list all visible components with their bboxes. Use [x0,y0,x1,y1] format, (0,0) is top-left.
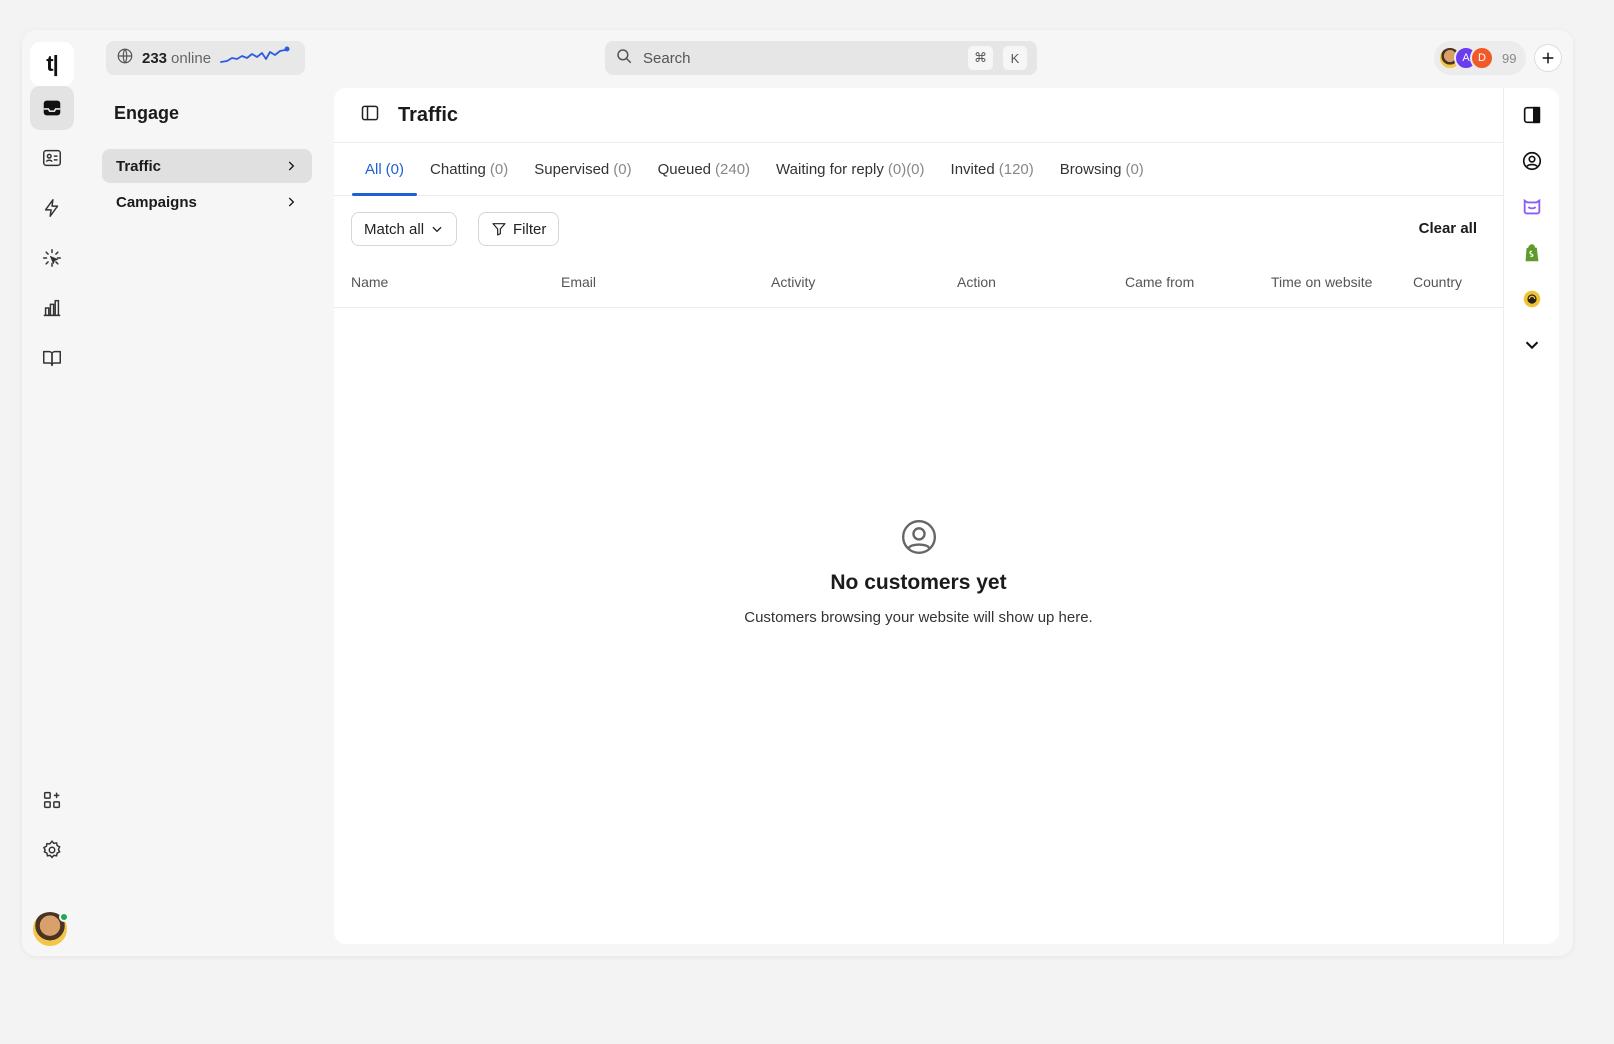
nav-item-campaigns[interactable]: Campaigns [102,185,312,219]
tab-label: Browsing [1059,160,1122,178]
globe-icon [116,47,134,69]
tab-count: (0) [1125,160,1144,178]
nav-item-label: Campaigns [116,193,197,211]
knowledge-icon[interactable] [30,336,74,380]
tab-count: (0) [385,160,405,178]
search-icon [615,47,633,70]
column-action[interactable]: Action [957,274,996,290]
column-activity[interactable]: Activity [771,274,815,290]
empty-title: No customers yet [830,571,1007,594]
online-sparkline [219,44,291,72]
traffic-panel: Traffic All (0) Chatting (0) Supervised (0)… [334,88,1503,944]
contacts-icon[interactable] [30,136,74,180]
traffic-tabs: All (0) Chatting (0) Supervised (0) Queued(… [334,143,1503,196]
search-bar[interactable]: ⌘ K [605,41,1037,75]
settings-icon[interactable] [30,828,74,872]
nav-item-traffic[interactable]: Traffic [102,149,312,183]
tab-all[interactable]: All (0) [352,143,418,196]
tab-supervised[interactable]: Supervised (0) [521,143,644,195]
tab-count: (0)(0) [887,160,925,178]
shopify-icon[interactable] [1518,239,1546,267]
inbox-icon[interactable] [30,86,74,130]
messenger-icon[interactable] [1518,193,1546,221]
tab-count: (120) [998,160,1034,178]
filter-bar: Match all Filter Clear all [334,196,1503,262]
chevron-right-icon [288,197,295,207]
tab-chatting[interactable]: Chatting (0) [417,143,521,195]
team-avatars[interactable]: A D 99 [1434,41,1526,75]
online-status-dot [59,912,69,922]
shortcut-key-k: K [1003,46,1027,70]
section-title: Engage [114,103,180,123]
online-count: 233 [142,49,168,67]
tab-label: Chatting [430,160,486,178]
clear-all-button[interactable]: Clear all [1419,220,1477,237]
add-button[interactable] [1534,44,1562,72]
team-avatar: D [1470,46,1494,70]
filter-icon [492,223,506,236]
tab-label: Waiting for reply [776,160,884,178]
empty-state: No customers yet Customers browsing your… [334,518,1503,626]
customer-profile-icon[interactable] [1518,147,1546,175]
column-name[interactable]: Name [351,274,388,290]
filter-label: Filter [513,220,547,238]
chevron-down-icon[interactable] [1518,331,1546,359]
user-circle-icon [901,519,936,555]
app-window: t| 233 online Search ⌘ K A D 99 Engage T… [22,30,1573,956]
filter-button[interactable]: Filter [478,212,560,246]
online-visitors-widget[interactable]: 233 online [106,41,305,75]
sidebar-toggle-icon[interactable] [360,103,380,128]
app-logo[interactable]: t| [30,42,74,86]
tab-invited[interactable]: Invited (120) [938,143,1047,195]
tab-label: All [365,160,382,178]
reports-icon[interactable] [30,286,74,330]
team-count: 99 [1502,50,1517,66]
shortcut-key-command: ⌘ [968,46,993,70]
match-all-label: Match all [364,220,425,238]
column-came-from[interactable]: Came from [1125,274,1194,290]
tab-browsing[interactable]: Browsing (0) [1047,143,1157,195]
table-header: Name Email Activity Action Came from Tim… [334,262,1503,308]
match-all-dropdown[interactable]: Match all [351,212,458,246]
tab-waiting-for-reply[interactable]: Waiting for reply (0)(0) [763,143,937,195]
column-email[interactable]: Email [561,274,596,290]
apps-icon[interactable] [30,778,74,822]
chevron-right-icon [288,161,295,171]
page-title: Traffic [398,103,459,126]
column-time-on-website[interactable]: Time on website [1271,274,1372,290]
tab-count: (0) [489,160,509,178]
empty-subtitle: Customers browsing your website will sho… [744,609,1093,626]
nav-item-label: Traffic [116,157,162,175]
mailchimp-icon[interactable] [1518,285,1546,313]
tab-count: (0) [613,160,632,178]
online-label: online [171,49,212,67]
tab-label: Invited [950,160,995,178]
tab-count: (240) [715,160,751,178]
panel-header: Traffic [334,88,1503,143]
engage-icon[interactable] [30,236,74,280]
column-country[interactable]: Country [1413,274,1462,290]
tab-label: Supervised [534,160,610,178]
tab-queued[interactable]: Queued (240) [645,143,763,195]
right-rail [1503,88,1559,944]
user-avatar[interactable] [33,912,69,946]
plus-icon [1542,52,1554,64]
left-rail: t| [22,30,82,956]
tab-label: Queued [657,160,712,178]
panel-toggle-icon[interactable] [1518,101,1546,129]
search-input[interactable] [643,49,958,67]
automation-icon[interactable] [30,186,74,230]
chevron-down-icon [432,226,442,233]
